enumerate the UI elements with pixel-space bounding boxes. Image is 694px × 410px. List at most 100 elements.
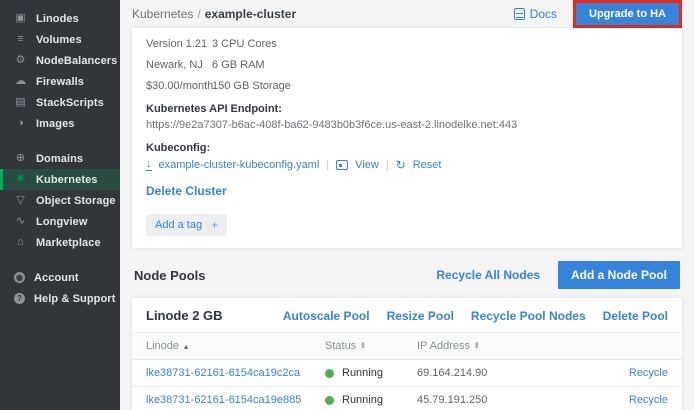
pool-name: Linode 2 GB [146, 308, 283, 323]
column-header-ip-address[interactable]: IP Address ▴▾ [417, 333, 582, 360]
breadcrumb: Kubernetes / example-cluster [132, 7, 514, 21]
sidebar-item-label: Account [34, 272, 79, 284]
sidebar-item-label: Object Storage [36, 195, 116, 207]
sidebar-item-firewalls[interactable]: ☁ Firewalls [0, 71, 120, 92]
add-tag-button[interactable]: Add a tag + [146, 214, 227, 236]
kubeconfig-view-link[interactable]: View [355, 159, 379, 171]
node-ip: 69.164.214.90 [417, 360, 582, 387]
sidebar-group-services: ⊕ Domains ✳ Kubernetes ▽ Object Storage … [0, 148, 120, 253]
sidebar-item-label: NodeBalancers [36, 55, 117, 67]
node-link[interactable]: lke38731-62161-6154ca19c2ca [146, 367, 300, 379]
view-icon [336, 160, 348, 170]
column-label: IP Address [417, 340, 470, 352]
sidebar-group-account: ◉ Account ? Help & Support [0, 267, 120, 309]
pool-header: Linode 2 GB Autoscale Pool Resize Pool R… [132, 298, 682, 332]
add-tag-label: Add a tag [155, 219, 202, 231]
recycle-pool-nodes-link[interactable]: Recycle Pool Nodes [471, 309, 586, 323]
cluster-region: Newark, NJ [146, 59, 212, 71]
recycle-node-link[interactable]: Recycle [629, 367, 668, 379]
delete-cluster-link[interactable]: Delete Cluster [146, 184, 668, 198]
docs-icon [514, 8, 525, 20]
sidebar-item-longview[interactable]: ∿ Longview [0, 211, 120, 232]
domains-icon: ⊕ [14, 153, 27, 164]
sidebar-item-label: Domains [36, 153, 83, 165]
delete-pool-link[interactable]: Delete Pool [603, 309, 668, 323]
recycle-node-link[interactable]: Recycle [629, 394, 668, 406]
kubernetes-icon: ✳ [14, 174, 27, 185]
table-row: lke38731-62161-6154ca19c2ca Running 69.1… [132, 360, 682, 387]
sidebar-item-kubernetes[interactable]: ✳ Kubernetes [0, 169, 120, 190]
kubeconfig-label: Kubeconfig: [146, 142, 668, 154]
sidebar-item-label: Help & Support [34, 293, 115, 305]
cluster-price: $30.00/month [146, 80, 212, 92]
status-running-icon [325, 369, 334, 378]
sidebar-item-volumes[interactable]: ≡ Volumes [0, 29, 120, 50]
cluster-version: Version 1.21 [146, 38, 212, 50]
sort-ascending-icon: ▴ [184, 342, 188, 351]
separator: | [326, 159, 329, 171]
table-row: lke38731-62161-6154ca19e885 Running 45.7… [132, 387, 682, 410]
node-ip: 45.79.191.250 [417, 387, 582, 410]
volumes-icon: ≡ [14, 34, 27, 45]
api-endpoint-value: https://9e2a7307-b6ac-408f-ba62-9483b0b3… [146, 119, 668, 131]
recycle-all-nodes-link[interactable]: Recycle All Nodes [436, 268, 540, 282]
sidebar-item-label: Kubernetes [36, 174, 98, 186]
column-header-status[interactable]: Status▴▾ [325, 333, 417, 360]
docs-label: Docs [530, 7, 557, 21]
nodes-table: Linode ▴ Status▴▾ IP Address ▴▾ lke38731-6… [132, 332, 682, 410]
column-header-actions [582, 333, 682, 360]
table-header-row: Linode ▴ Status▴▾ IP Address ▴▾ [132, 333, 682, 360]
sidebar-item-label: StackScripts [36, 97, 104, 109]
api-endpoint-label: Kubernetes API Endpoint: [146, 103, 668, 115]
status-label: Running [342, 367, 383, 379]
sidebar-item-domains[interactable]: ⊕ Domains [0, 148, 120, 169]
kubeconfig-file-link[interactable]: example-cluster-kubeconfig.yaml [159, 159, 320, 171]
node-link[interactable]: lke38731-62161-6154ca19e885 [146, 394, 301, 406]
node-pool-card: Linode 2 GB Autoscale Pool Resize Pool R… [132, 298, 682, 410]
sidebar-item-label: Marketplace [36, 237, 101, 249]
cluster-summary-grid: Version 1.21 3 CPU Cores Newark, NJ 6 GB… [146, 38, 406, 92]
add-node-pool-button[interactable]: Add a Node Pool [558, 261, 680, 289]
sidebar-item-account[interactable]: ◉ Account [0, 267, 120, 288]
node-pools-bar: Node Pools Recycle All Nodes Add a Node … [134, 261, 680, 289]
sidebar-item-label: Firewalls [36, 76, 84, 88]
breadcrumb-section[interactable]: Kubernetes [132, 7, 193, 21]
pool-actions: Autoscale Pool Resize Pool Recycle Pool … [283, 309, 668, 323]
cluster-summary-card: Version 1.21 3 CPU Cores Newark, NJ 6 GB… [132, 28, 682, 248]
sidebar-item-help-support[interactable]: ? Help & Support [0, 288, 120, 309]
cluster-cpu: 3 CPU Cores [212, 38, 406, 50]
kubeconfig-row: ↓ example-cluster-kubeconfig.yaml | View… [146, 158, 668, 171]
sidebar-item-object-storage[interactable]: ▽ Object Storage [0, 190, 120, 211]
stackscripts-icon: ▤ [14, 97, 27, 108]
sidebar-item-linodes[interactable]: ▣ Linodes [0, 8, 120, 29]
status-running-icon [325, 396, 334, 405]
sidebar-item-marketplace[interactable]: ⌂ Marketplace [0, 232, 120, 253]
nodebalancers-icon: ⚙ [14, 55, 27, 66]
upgrade-to-ha-button[interactable]: Upgrade to HA [576, 3, 679, 25]
sort-icon: ▴▾ [475, 342, 479, 351]
linode-icon: ▣ [14, 13, 27, 24]
sidebar-item-nodebalancers[interactable]: ⚙ NodeBalancers [0, 50, 120, 71]
object-storage-icon: ▽ [14, 195, 27, 206]
sidebar-item-label: Longview [36, 216, 88, 228]
column-label: Linode [146, 340, 179, 352]
resize-pool-link[interactable]: Resize Pool [387, 309, 454, 323]
kubeconfig-reset-link[interactable]: Reset [413, 159, 442, 171]
sidebar-item-label: Images [36, 118, 75, 130]
sidebar-item-stackscripts[interactable]: ▤ StackScripts [0, 92, 120, 113]
sidebar-item-images[interactable]: ◑ Images [0, 113, 120, 134]
firewalls-icon: ☁ [14, 76, 27, 87]
column-label: Status [325, 340, 356, 352]
breadcrumb-separator: / [197, 7, 200, 21]
separator: | [386, 159, 389, 171]
column-header-linode[interactable]: Linode ▴ [132, 333, 325, 360]
download-icon: ↓ [146, 158, 152, 171]
status-label: Running [342, 394, 383, 406]
annotation-highlight: Upgrade to HA [573, 0, 682, 28]
node-pools-title: Node Pools [134, 268, 436, 283]
docs-link[interactable]: Docs [514, 7, 557, 21]
autoscale-pool-link[interactable]: Autoscale Pool [283, 309, 370, 323]
sidebar-item-label: Volumes [36, 34, 82, 46]
breadcrumb-current: example-cluster [205, 7, 296, 21]
sidebar-group-compute: ▣ Linodes ≡ Volumes ⚙ NodeBalancers ☁ Fi… [0, 8, 120, 134]
